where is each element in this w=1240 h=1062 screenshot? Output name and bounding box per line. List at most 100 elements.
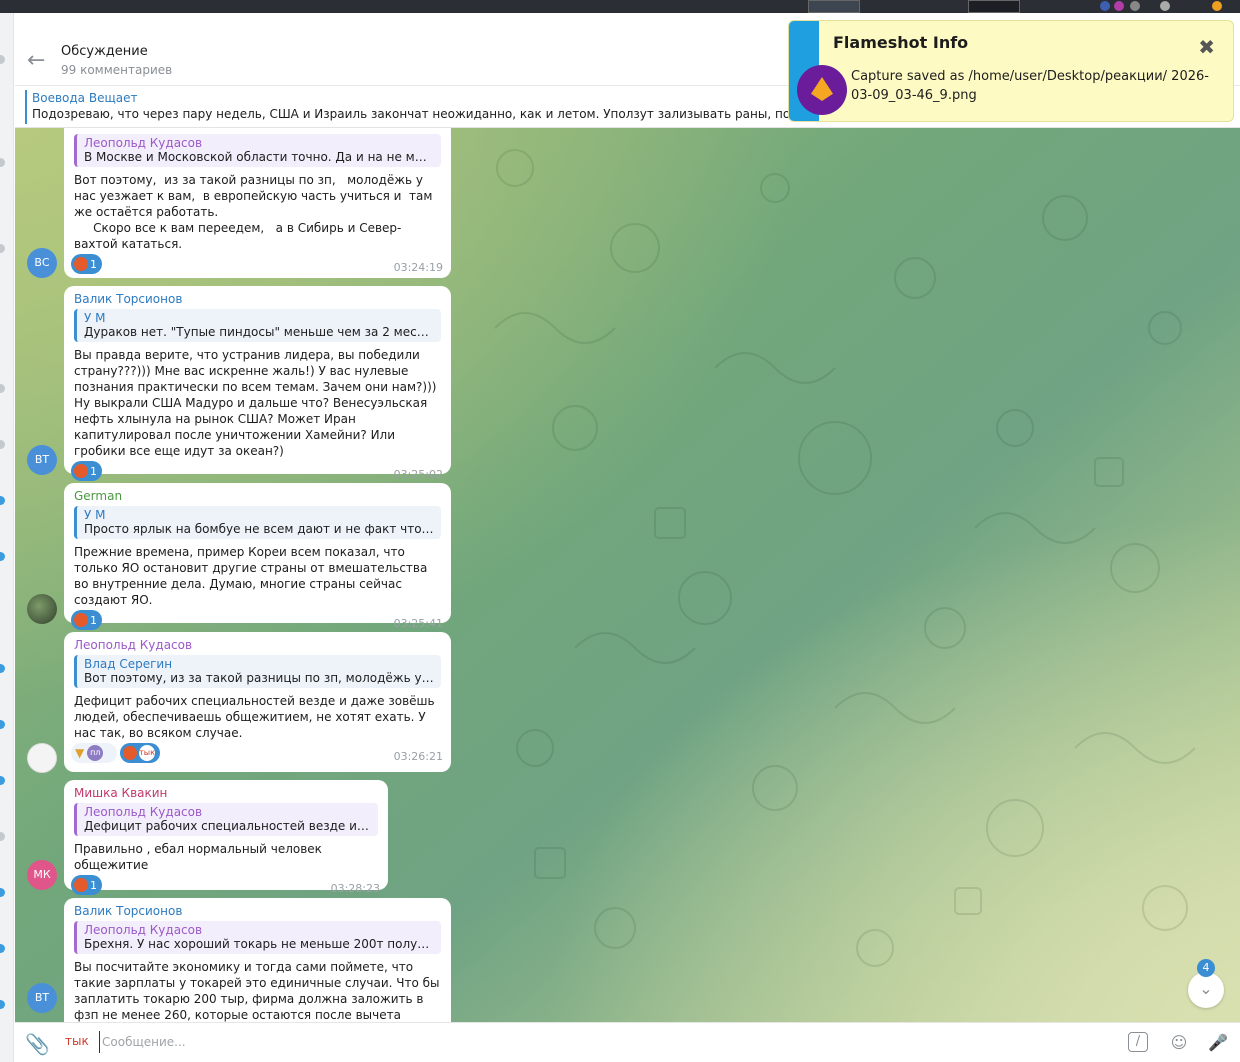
quote-text: Просто ярлык на бомбуе не всем дают и не… [84, 522, 434, 536]
taskbar-window-button[interactable] [968, 0, 1020, 13]
chat-list-unread-dot [0, 888, 5, 897]
reaction-count: 1 [90, 464, 97, 478]
message-time: 03:28:23 [330, 882, 380, 895]
reaction-count: 1 [90, 878, 97, 892]
chat-list-unread-dot [0, 832, 5, 841]
avatar[interactable]: МК [27, 860, 57, 890]
microphone-icon[interactable]: 🎤 [1207, 1032, 1229, 1054]
page-title: Обсуждение [61, 44, 148, 59]
quote-author: У М [84, 508, 106, 522]
reply-quote[interactable]: Леопольд Кудасов В Москве и Московской о… [74, 134, 441, 167]
close-icon[interactable]: ✖ [1198, 35, 1215, 59]
reaction-emoji-icon [74, 613, 88, 627]
chevron-down-icon: ⌄ [1199, 979, 1213, 998]
reply-quote[interactable]: Влад Серегин Вот поэтому, из за такой ра… [74, 655, 441, 688]
message-time: 03:26:21 [393, 750, 443, 763]
scroll-down-button[interactable]: ⌄ [1188, 972, 1224, 1008]
reply-quote[interactable]: У М Просто ярлык на бомбуе не всем дают … [74, 506, 441, 539]
chat-list-unread-dot [0, 440, 5, 449]
message-text: Вы посчитайте экономику и тогда сами пой… [74, 960, 440, 1022]
chat-list-unread-dot [0, 384, 5, 393]
message-bubble[interactable]: Валик Торсионов Леопольд Кудасов Брехня.… [64, 898, 451, 1022]
reaction-user-avatar: пл [87, 745, 104, 761]
chat-list-unread-dot [0, 552, 5, 561]
quote-author: Влад Серегин [84, 657, 173, 671]
chat-list-unread-dot [0, 944, 5, 953]
reaction-chip[interactable]: тык [120, 743, 160, 763]
comment-count: 99 комментариев [61, 63, 173, 77]
message-text: Вы правда верите, что устранив лидера, в… [74, 348, 441, 458]
message-bubble[interactable]: Валик Торсионов У М Дураков нет. "Тупые … [64, 286, 451, 481]
chat-list-unread-dot [0, 244, 5, 253]
sender-name[interactable]: Леопольд Кудасов [74, 638, 441, 652]
paperclip-icon[interactable]: 📎 [25, 1032, 50, 1056]
quote-text: Дефицит рабочих специальностей везде и д… [84, 819, 371, 833]
sender-name[interactable]: German [74, 489, 441, 503]
thumbs-down-reaction[interactable]: ▼ пл [71, 743, 117, 763]
tray-app-icon[interactable] [1114, 1, 1124, 11]
tray-app-icon[interactable] [1130, 1, 1140, 11]
chat-area[interactable]: Леопольд Кудасов В Москве и Московской о… [15, 128, 1240, 1022]
quote-author: Леопольд Кудасов [84, 805, 203, 819]
chat-list-unread-dot [0, 664, 5, 673]
avatar[interactable] [27, 594, 57, 624]
message-bubble[interactable]: German У М Просто ярлык на бомбуе не все… [64, 483, 451, 630]
message-bubble[interactable]: Мишка Квакин Леопольд Кудасов Дефицит ра… [64, 780, 388, 895]
message-bubble[interactable]: Леопольд Кудасов Влад Серегин Вот поэтом… [64, 632, 451, 772]
reaction-chip[interactable]: 1 [71, 875, 102, 895]
reaction-chip[interactable]: 1 [71, 610, 102, 630]
chat-list-unread-dot [0, 55, 5, 64]
message-time: 03:24:19 [393, 261, 443, 274]
chat-list-unread-dot [0, 720, 5, 729]
message-bubble[interactable]: Леопольд Кудасов В Москве и Московской о… [64, 128, 451, 278]
pinned-accent-bar [25, 90, 27, 124]
avatar[interactable]: ВТ [27, 983, 57, 1013]
sender-name[interactable]: Валик Торсионов [74, 904, 441, 918]
avatar[interactable] [27, 743, 57, 773]
reply-quote[interactable]: Леопольд Кудасов Дефицит рабочих специал… [74, 803, 378, 836]
tray-app-icon[interactable] [1100, 1, 1110, 11]
taskbar-window-button[interactable] [808, 0, 860, 13]
reaction-emoji-icon [74, 878, 88, 892]
message-text: Правильно , ебал нормальный человек обще… [74, 842, 326, 872]
reply-quote[interactable]: Леопольд Кудасов Брехня. У нас хороший т… [74, 921, 441, 954]
sender-name[interactable]: Валик Торсионов [74, 292, 441, 306]
tray-app-icon[interactable] [1160, 1, 1170, 11]
sender-name[interactable]: Мишка Квакин [74, 786, 378, 800]
command-icon[interactable]: / [1128, 1032, 1148, 1052]
quote-text: Дураков нет. "Тупые пиндосы" меньше чем … [84, 325, 434, 339]
flameshot-logo-icon [797, 65, 847, 115]
thumbs-down-icon: ▼ [75, 746, 85, 760]
quote-author: Леопольд Кудасов [84, 923, 203, 937]
quote-author: Леопольд Кудасов [84, 136, 203, 150]
back-arrow-icon[interactable]: ← [27, 50, 51, 74]
reaction-chip[interactable]: 1 [71, 461, 102, 481]
message-text: Прежние времена, пример Кореи всем показ… [74, 545, 432, 607]
reaction-chip[interactable]: 1 [71, 254, 102, 274]
reply-quote[interactable]: У М Дураков нет. "Тупые пиндосы" меньше … [74, 309, 441, 342]
flameshot-notification[interactable]: Flameshot Info Capture saved as /home/us… [788, 20, 1234, 122]
reaction-count: 1 [90, 257, 97, 271]
system-tray [800, 0, 1240, 13]
message-text: Дефицит рабочих специальностей везде и д… [74, 694, 439, 740]
quote-text: Вот поэтому, из за такой разницы по зп, … [84, 671, 434, 685]
message-input[interactable] [99, 1031, 999, 1053]
reaction-user-avatar: тык [139, 745, 155, 761]
chat-list-unread-dot [0, 158, 5, 167]
reaction-count: 1 [90, 613, 97, 627]
message-input-bar: 📎 тык / ☺ 🎤 [15, 1022, 1240, 1062]
emoji-icon[interactable]: ☺ [1168, 1032, 1190, 1054]
avatar[interactable]: ВС [27, 248, 57, 278]
reaction-emoji-icon [74, 464, 88, 478]
message-text: Вот поэтому, из за такой разницы по зп, … [74, 173, 433, 251]
chat-list-unread-dot [0, 496, 5, 505]
system-top-bar [0, 0, 1240, 13]
avatar[interactable]: ВТ [27, 445, 57, 475]
unread-badge: 4 [1197, 959, 1215, 977]
quote-text: В Москве и Московской области точно. Да … [84, 150, 434, 164]
pinned-post-title: Воевода Вещает [32, 91, 138, 105]
chat-list-strip[interactable] [0, 13, 14, 1062]
quote-text: Брехня. У нас хороший токарь не меньше 2… [84, 937, 434, 951]
reaction-emoji-icon [74, 257, 88, 271]
warning-icon[interactable] [1212, 1, 1222, 11]
